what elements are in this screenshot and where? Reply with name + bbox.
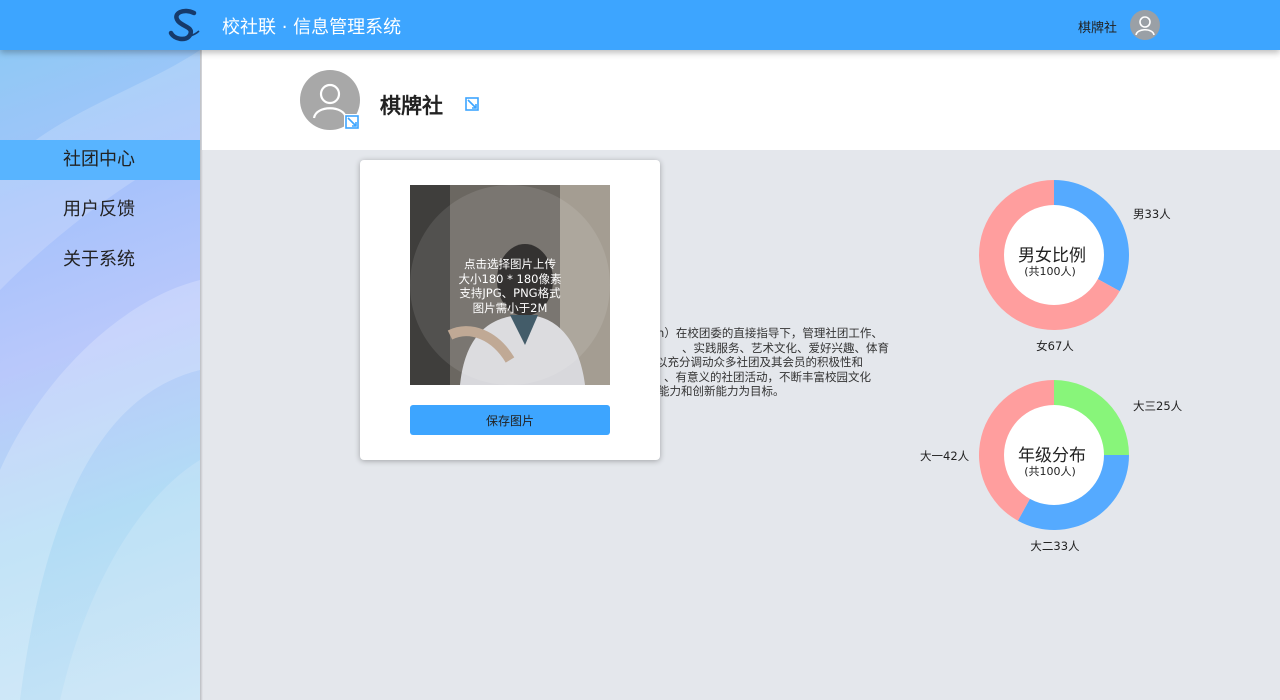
sidebar-item-feedback[interactable]: 用户反馈 [0,190,200,230]
sidebar-item-about[interactable]: 关于系统 [0,240,200,280]
sidebar: 社团中心 用户反馈 关于系统 [0,50,200,700]
club-profile-header: 棋牌社 [202,50,1280,150]
upload-hint-line: 支持JPG、PNG格式 [459,286,561,300]
gender-ratio-chart: 男女比例 (共100人) 男33人 女67人 [979,180,1171,353]
slice-label-female: 女67人 [1036,339,1074,353]
upload-hint: 点击选择图片上传 大小180 * 180像素 支持JPG、PNG格式 图片需小于… [410,257,610,315]
user-avatar[interactable] [1130,10,1160,40]
grade-distribution-chart: 年级分布 (共100人) 大三25人 大二33人 大一42人 [920,380,1183,553]
app-title: 校社联 · 信息管理系统 [222,17,402,38]
chart-title: 年级分布 [1018,446,1086,466]
club-name: 棋牌社 [380,94,443,118]
chart-title: 男女比例 [1018,246,1086,266]
upload-hint-line: 图片需小于2M [472,300,548,315]
slice-label-male: 男33人 [1133,207,1171,221]
upload-hint-line: 点击选择图片上传 [464,257,556,271]
chart-subtitle: (共100人) [1024,465,1076,478]
avatar-upload-dialog: 点击选择图片上传 大小180 * 180像素 支持JPG、PNG格式 图片需小于… [360,160,660,460]
edit-name-icon[interactable] [464,96,480,112]
slice-label-freshman: 大一42人 [920,449,970,463]
logo-icon [168,8,200,42]
upload-hint-line: 大小180 * 180像素 [458,271,562,286]
sidebar-item-club-center[interactable]: 社团中心 [0,140,200,180]
top-bar: 校社联 · 信息管理系统 棋牌社 [0,0,1280,50]
user-icon [1131,11,1159,39]
chart-subtitle: (共100人) [1024,265,1076,278]
edit-avatar-icon[interactable] [344,114,360,130]
slice-label-sophomore: 大二33人 [1030,539,1080,553]
slice-label-junior: 大三25人 [1133,399,1183,413]
image-upload-area[interactable]: 点击选择图片上传 大小180 * 180像素 支持JPG、PNG格式 图片需小于… [410,185,610,385]
save-image-button[interactable]: 保存图片 [410,405,610,435]
current-user-name[interactable]: 棋牌社 [1078,17,1117,36]
